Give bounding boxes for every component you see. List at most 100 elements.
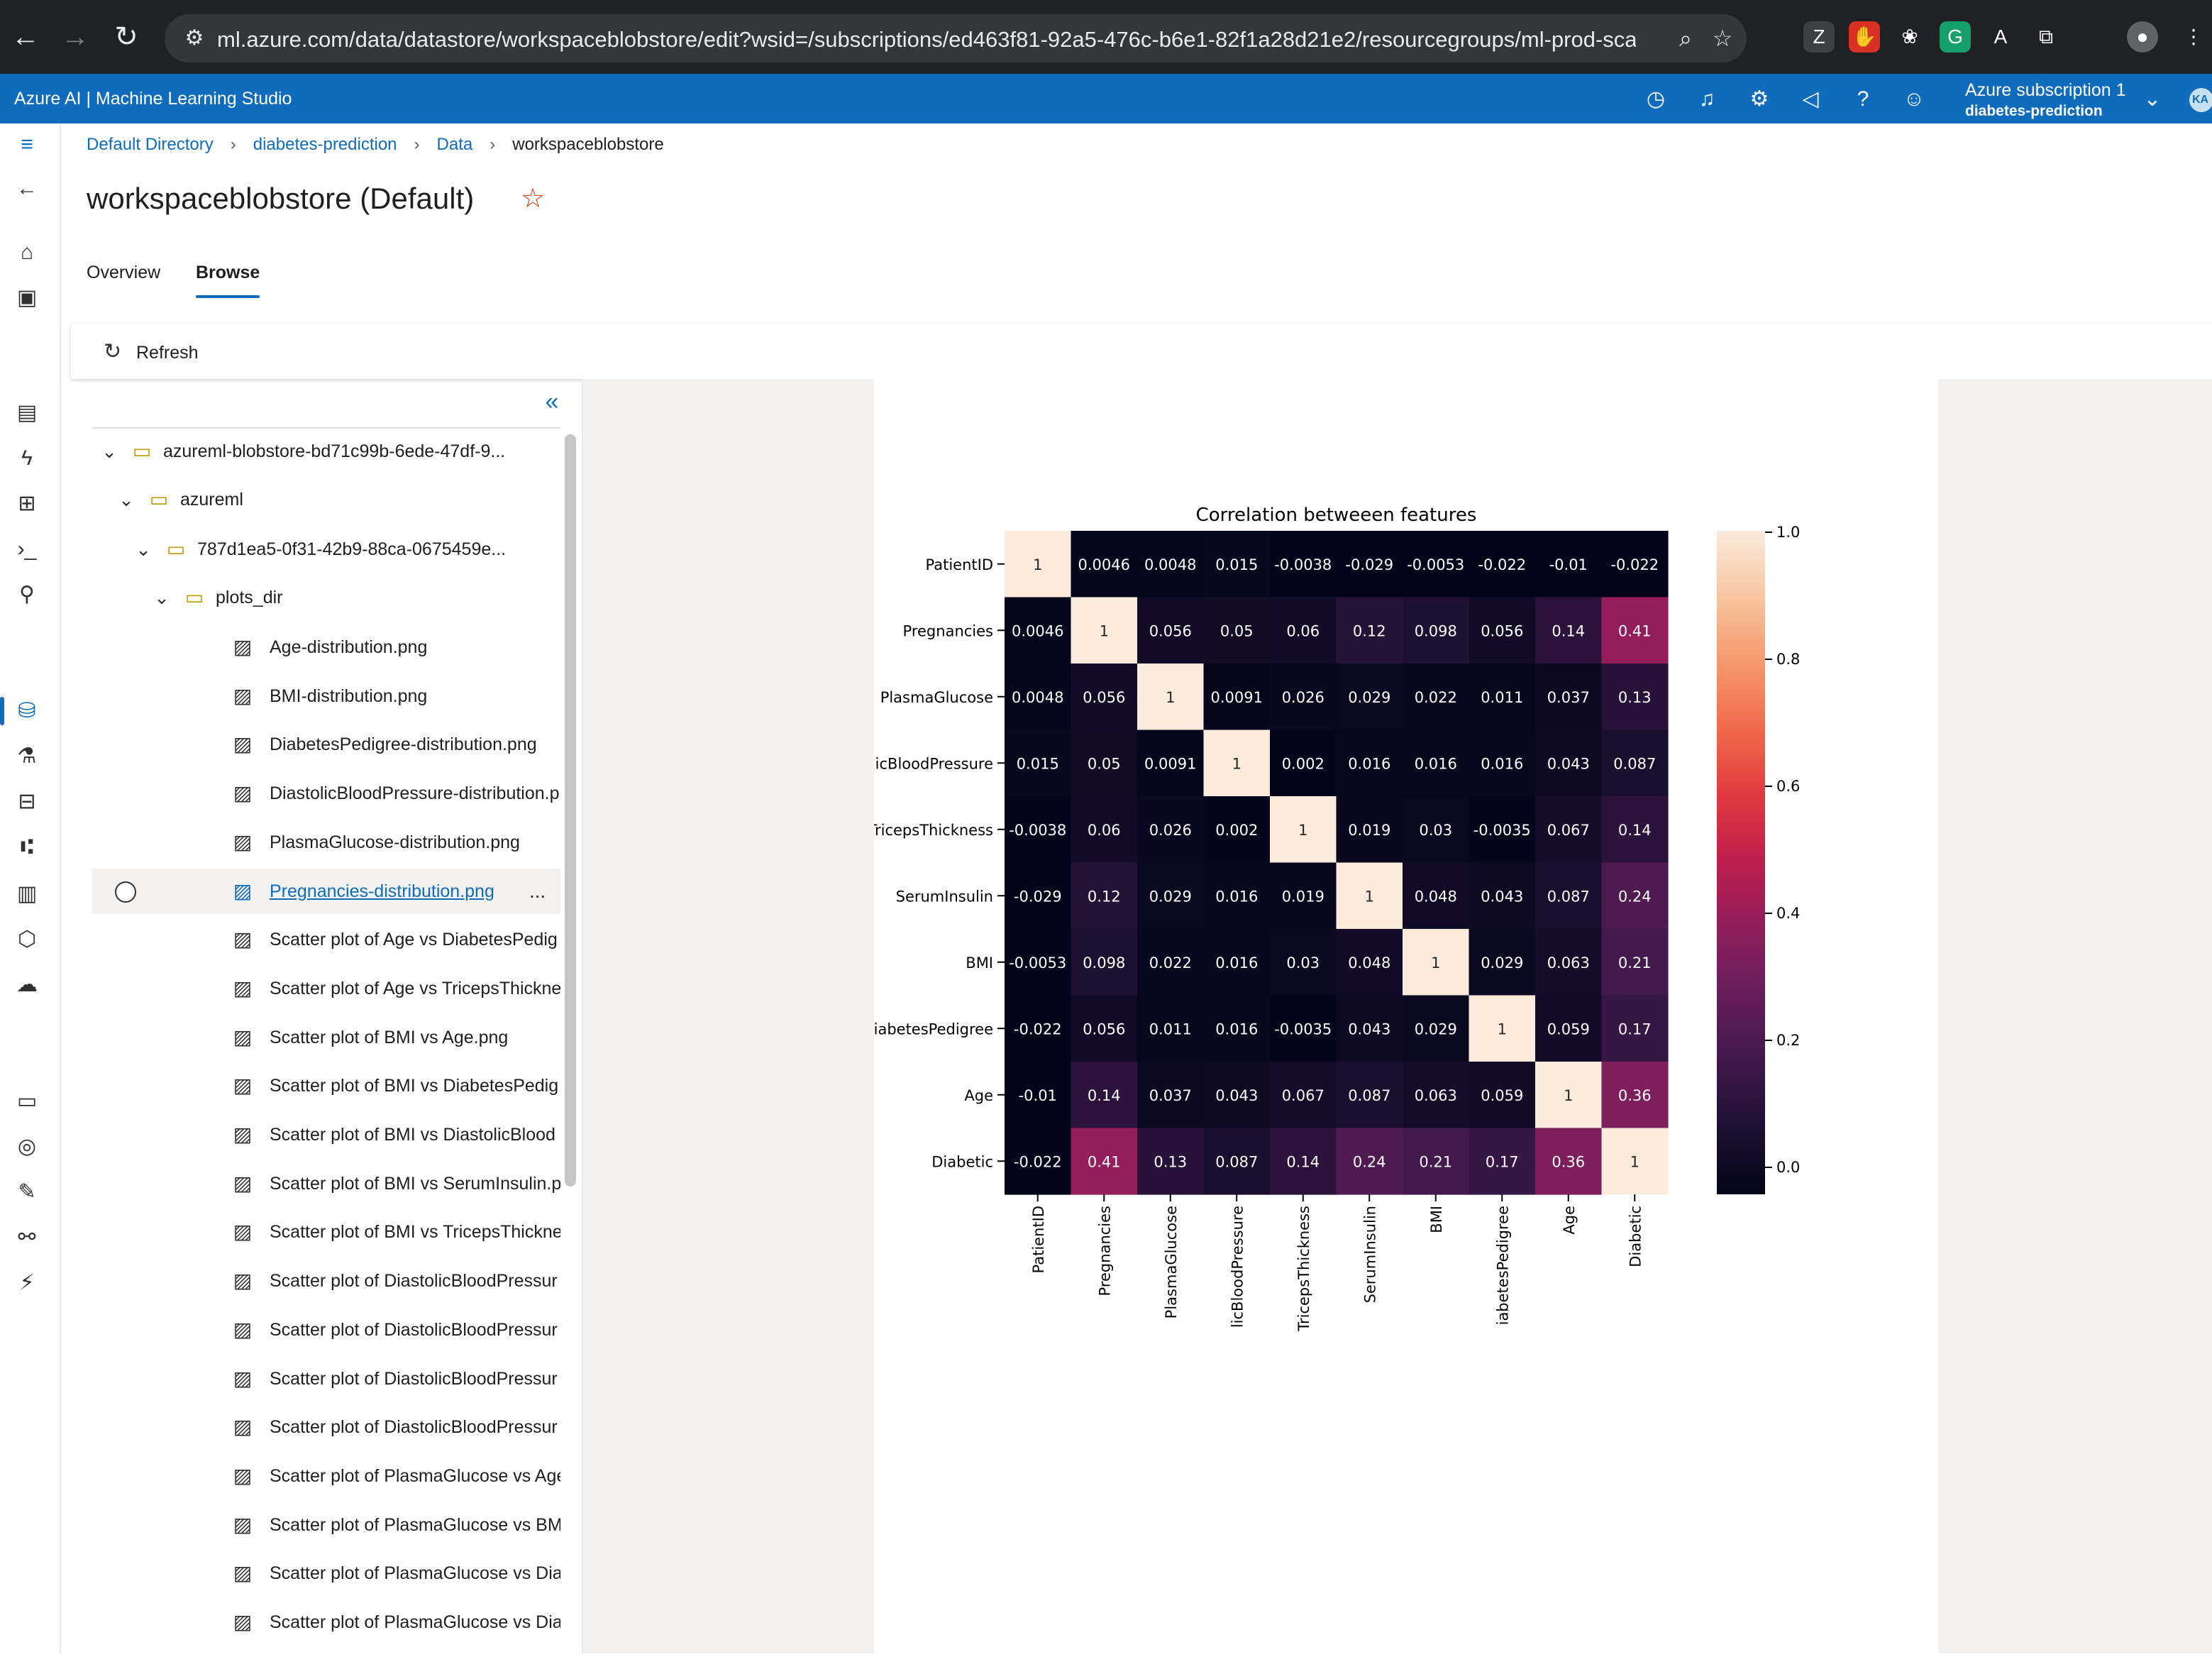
- colorbar-tick-label: 0.2: [1776, 1032, 1800, 1049]
- connections-icon[interactable]: ⚡: [13, 1269, 41, 1297]
- tree-file-row[interactable]: ▨ Scatter plot of PlasmaGlucose vs Dia: [92, 1551, 560, 1596]
- tree-folder-row[interactable]: ⌄ ▭ 787d1ea5-0f31-42b9-88ca-0675459e...: [92, 527, 560, 572]
- bookmark-star-icon[interactable]: ☆: [1708, 24, 1737, 53]
- data-icon[interactable]: ⛁: [13, 697, 41, 725]
- refresh-button[interactable]: ↻ Refresh: [104, 338, 199, 366]
- cell-value-label: 0.17: [1486, 1153, 1519, 1170]
- home-icon[interactable]: ⌂: [13, 238, 41, 267]
- tree-file-row[interactable]: ▨ DiabetesPedigree-distribution.png: [92, 722, 560, 767]
- tree-file-row[interactable]: ▨ Scatter plot of PlasmaGlucose vs BM: [92, 1502, 560, 1548]
- tree-scrollbar[interactable]: [565, 434, 576, 1187]
- pipelines-icon[interactable]: ⑆: [13, 833, 41, 861]
- tree-file-row[interactable]: ▨ Scatter plot of DiastolicBloodPressur: [92, 1258, 560, 1304]
- tab-overview[interactable]: Overview: [87, 258, 160, 287]
- tree-file-row[interactable]: ▨ BMI-distribution.png: [92, 673, 560, 719]
- subscription-name[interactable]: Azure subscription 1: [1965, 79, 2126, 101]
- endpoints-icon[interactable]: ☁: [13, 971, 41, 999]
- cell-value-label: 0.059: [1547, 1020, 1590, 1037]
- back-arrow-icon[interactable]: ←: [4, 16, 47, 58]
- tree-file-row[interactable]: ▨ Scatter plot of DiastolicBloodPressur: [92, 1404, 560, 1450]
- extension-stop-icon[interactable]: ✋: [1849, 21, 1880, 53]
- data-labeling-icon[interactable]: ✎: [13, 1178, 41, 1206]
- linked-services-icon[interactable]: ⚯: [13, 1223, 41, 1252]
- hamburger-menu-icon[interactable]: ≡: [13, 131, 41, 159]
- image-file-icon: ▨: [233, 928, 253, 950]
- extensions-puzzle-icon[interactable]: ⧉: [2030, 21, 2062, 53]
- favorite-star-icon[interactable]: ☆: [521, 182, 545, 216]
- help-icon[interactable]: ?: [1849, 85, 1877, 114]
- tree-file-row[interactable]: ▨ Scatter plot of DiastolicBloodPressur: [92, 1307, 560, 1353]
- tree-file-row[interactable]: ▨ Scatter plot of DiastolicBloodPressur: [92, 1356, 560, 1402]
- forward-arrow-icon[interactable]: →: [54, 16, 96, 58]
- clock-icon[interactable]: ◷: [1642, 85, 1670, 114]
- jobs-flask-icon[interactable]: ⚗: [13, 742, 41, 771]
- breadcrumb-workspace[interactable]: diabetes-prediction: [253, 132, 397, 158]
- tree-file-label[interactable]: Pregnancies-distribution.png: [270, 879, 518, 904]
- extension-translate-icon[interactable]: A: [1985, 21, 2016, 53]
- tree-file-row[interactable]: ▨ Scatter plot of Age vs TricepsThickne: [92, 966, 560, 1011]
- tree-file-row[interactable]: ▨ Scatter plot of BMI vs DiastolicBlood: [92, 1112, 560, 1157]
- collapse-panel-icon[interactable]: «: [539, 387, 565, 416]
- app-brand[interactable]: Azure AI | Machine Learning Studio: [14, 87, 292, 111]
- reload-icon[interactable]: ↻: [105, 16, 148, 58]
- prompt-flow-icon[interactable]: ›_: [13, 535, 41, 563]
- chevron-down-icon[interactable]: ⌄: [95, 437, 123, 466]
- workspace-name[interactable]: diabetes-prediction: [1965, 102, 2103, 121]
- cell-value-label: 1: [1498, 1020, 1507, 1037]
- tree-file-row[interactable]: ▨ Scatter plot of BMI vs SerumInsulin.p: [92, 1161, 560, 1206]
- tree-folder-row[interactable]: ⌄ ▭ plots_dir: [92, 575, 560, 620]
- chevron-down-icon[interactable]: ⌄: [112, 485, 140, 514]
- automated-ml-icon[interactable]: ϟ: [13, 444, 41, 473]
- row-tick-label: BMI: [966, 954, 993, 971]
- tree-file-row[interactable]: ▨ Scatter plot of PlasmaGlucose vs Dia: [92, 1600, 560, 1645]
- address-bar[interactable]: ⚙ ml.azure.com/data/datastore/workspaceb…: [165, 14, 1747, 62]
- megaphone-icon[interactable]: ◁: [1796, 85, 1825, 114]
- components-icon[interactable]: ⚲: [13, 580, 41, 609]
- row-select-radio[interactable]: [115, 881, 136, 903]
- monitoring-icon[interactable]: ◎: [13, 1133, 41, 1161]
- browser-menu-icon[interactable]: ⋮: [2178, 21, 2209, 53]
- smiley-icon[interactable]: ☺: [1900, 85, 1928, 114]
- site-settings-icon[interactable]: ⚙: [180, 24, 209, 53]
- chevron-down-icon[interactable]: ⌄: [148, 583, 176, 612]
- notebooks-icon[interactable]: ▤: [13, 399, 41, 427]
- chevron-right-icon: ›: [414, 135, 420, 154]
- model-catalog-icon[interactable]: ▣: [13, 284, 41, 312]
- cell-value-label: 0.0091: [1211, 689, 1263, 706]
- tree-file-row[interactable]: ▨ DiastolicBloodPressure-distribution.p: [92, 771, 560, 816]
- extension-grammarly-icon[interactable]: G: [1940, 21, 1971, 53]
- zoom-search-icon[interactable]: ⌕: [1671, 24, 1700, 53]
- tree-file-row[interactable]: ▨ Scatter plot of PlasmaGlucose vs Age: [92, 1453, 560, 1499]
- cell-value-label: 0.06: [1088, 822, 1121, 839]
- profile-avatar-icon[interactable]: ●: [2127, 21, 2158, 53]
- tree-file-row[interactable]: ▨ Age-distribution.png: [92, 624, 560, 670]
- tree-file-row[interactable]: ▨ Scatter plot of BMI vs Age.png: [92, 1015, 560, 1060]
- compute-icon[interactable]: ▭: [13, 1087, 41, 1116]
- gear-icon[interactable]: ⚙: [1745, 85, 1774, 114]
- tree-file-row[interactable]: ▨ Scatter plot of BMI vs DiabetesPedig: [92, 1063, 560, 1108]
- components-grid-icon[interactable]: ⊟: [13, 788, 41, 816]
- cell-value-label: 0.022: [1149, 954, 1192, 971]
- tree-folder-row[interactable]: ⌄ ▭ azureml: [92, 477, 560, 522]
- chevron-down-icon[interactable]: ⌄: [129, 535, 157, 563]
- tree-file-row[interactable]: ▨ Scatter plot of BMI vs TricepsThickne: [92, 1209, 560, 1255]
- designer-icon[interactable]: ⊞: [13, 490, 41, 518]
- extension-paw-icon[interactable]: ❀: [1894, 21, 1925, 53]
- tab-overview-label: Overview: [87, 263, 161, 282]
- avatar[interactable]: KA: [2189, 88, 2212, 112]
- extension-z-icon[interactable]: Z: [1803, 21, 1835, 53]
- tree-file-row[interactable]: ▨ Scatter plot of Age vs DiabetesPedig: [92, 917, 560, 962]
- tab-browse[interactable]: Browse: [196, 258, 260, 298]
- tree-file-row[interactable]: ▨ PlasmaGlucose-distribution.png: [92, 820, 560, 865]
- more-options-icon[interactable]: ...: [529, 879, 546, 904]
- breadcrumb-data[interactable]: Data: [437, 132, 473, 158]
- url-text[interactable]: ml.azure.com/data/datastore/workspaceblo…: [217, 26, 1636, 54]
- breadcrumb-directory[interactable]: Default Directory: [87, 132, 214, 158]
- environments-icon[interactable]: ▥: [13, 880, 41, 908]
- tree-folder-row[interactable]: ⌄ ▭ azureml-blobstore-bd71c99b-6ede-47df-9…: [92, 429, 560, 474]
- models-cube-icon[interactable]: ⬡: [13, 925, 41, 954]
- back-icon[interactable]: ←: [13, 175, 41, 203]
- chevron-down-icon[interactable]: ⌄: [2138, 85, 2167, 114]
- bell-icon[interactable]: ♫: [1693, 85, 1721, 114]
- tree-file-row[interactable]: ▨ Pregnancies-distribution.png...: [92, 869, 560, 914]
